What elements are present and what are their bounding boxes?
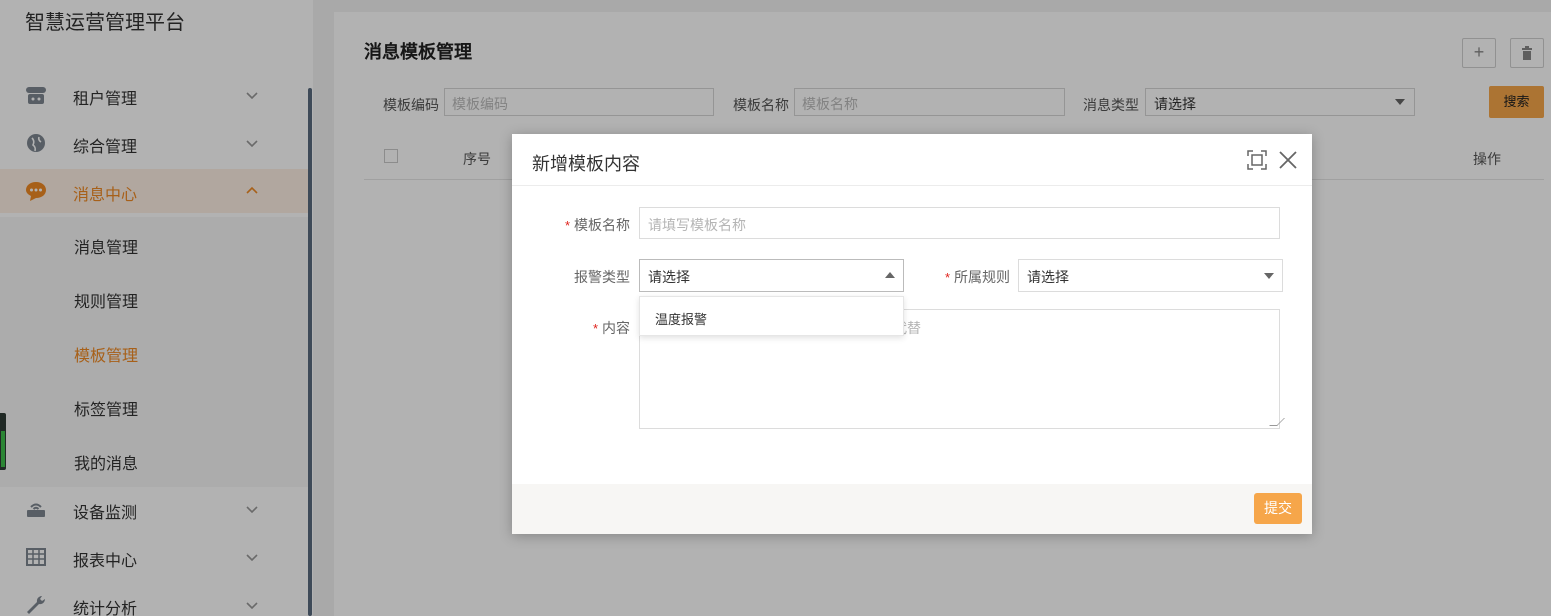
rule-select[interactable]: 请选择 — [1018, 259, 1283, 292]
maximize-icon[interactable] — [1246, 149, 1268, 171]
alarm-type-dropdown: 温度报警 — [639, 296, 904, 336]
close-icon[interactable] — [1277, 149, 1299, 171]
name-field-label: * 模板名称 — [564, 217, 630, 233]
alarm-type-select[interactable]: 请选择 — [639, 259, 904, 292]
dialog-title: 新增模板内容 — [532, 154, 640, 174]
alarm-type-label: 报警类型 — [574, 269, 630, 285]
template-name-field[interactable]: 请填写模板名称 — [639, 207, 1280, 239]
add-template-dialog: 新增模板内容 * 模板名称 请填写模板名称 报警类型 请选择 * 所属规则 请选择 … — [512, 134, 1312, 534]
rule-field-label: * 所属规则 — [944, 269, 1010, 285]
caret-down-icon — [1264, 273, 1274, 279]
dropdown-option-temperature-alarm[interactable]: 温度报警 — [655, 309, 707, 328]
dialog-footer: 提交 — [512, 484, 1312, 534]
submit-button[interactable]: 提交 — [1254, 493, 1302, 524]
content-field-label: * 内容 — [592, 320, 630, 336]
dialog-header: 新增模板内容 — [512, 134, 1312, 186]
resize-grip-icon[interactable] — [1269, 418, 1285, 426]
caret-up-icon — [885, 272, 895, 278]
